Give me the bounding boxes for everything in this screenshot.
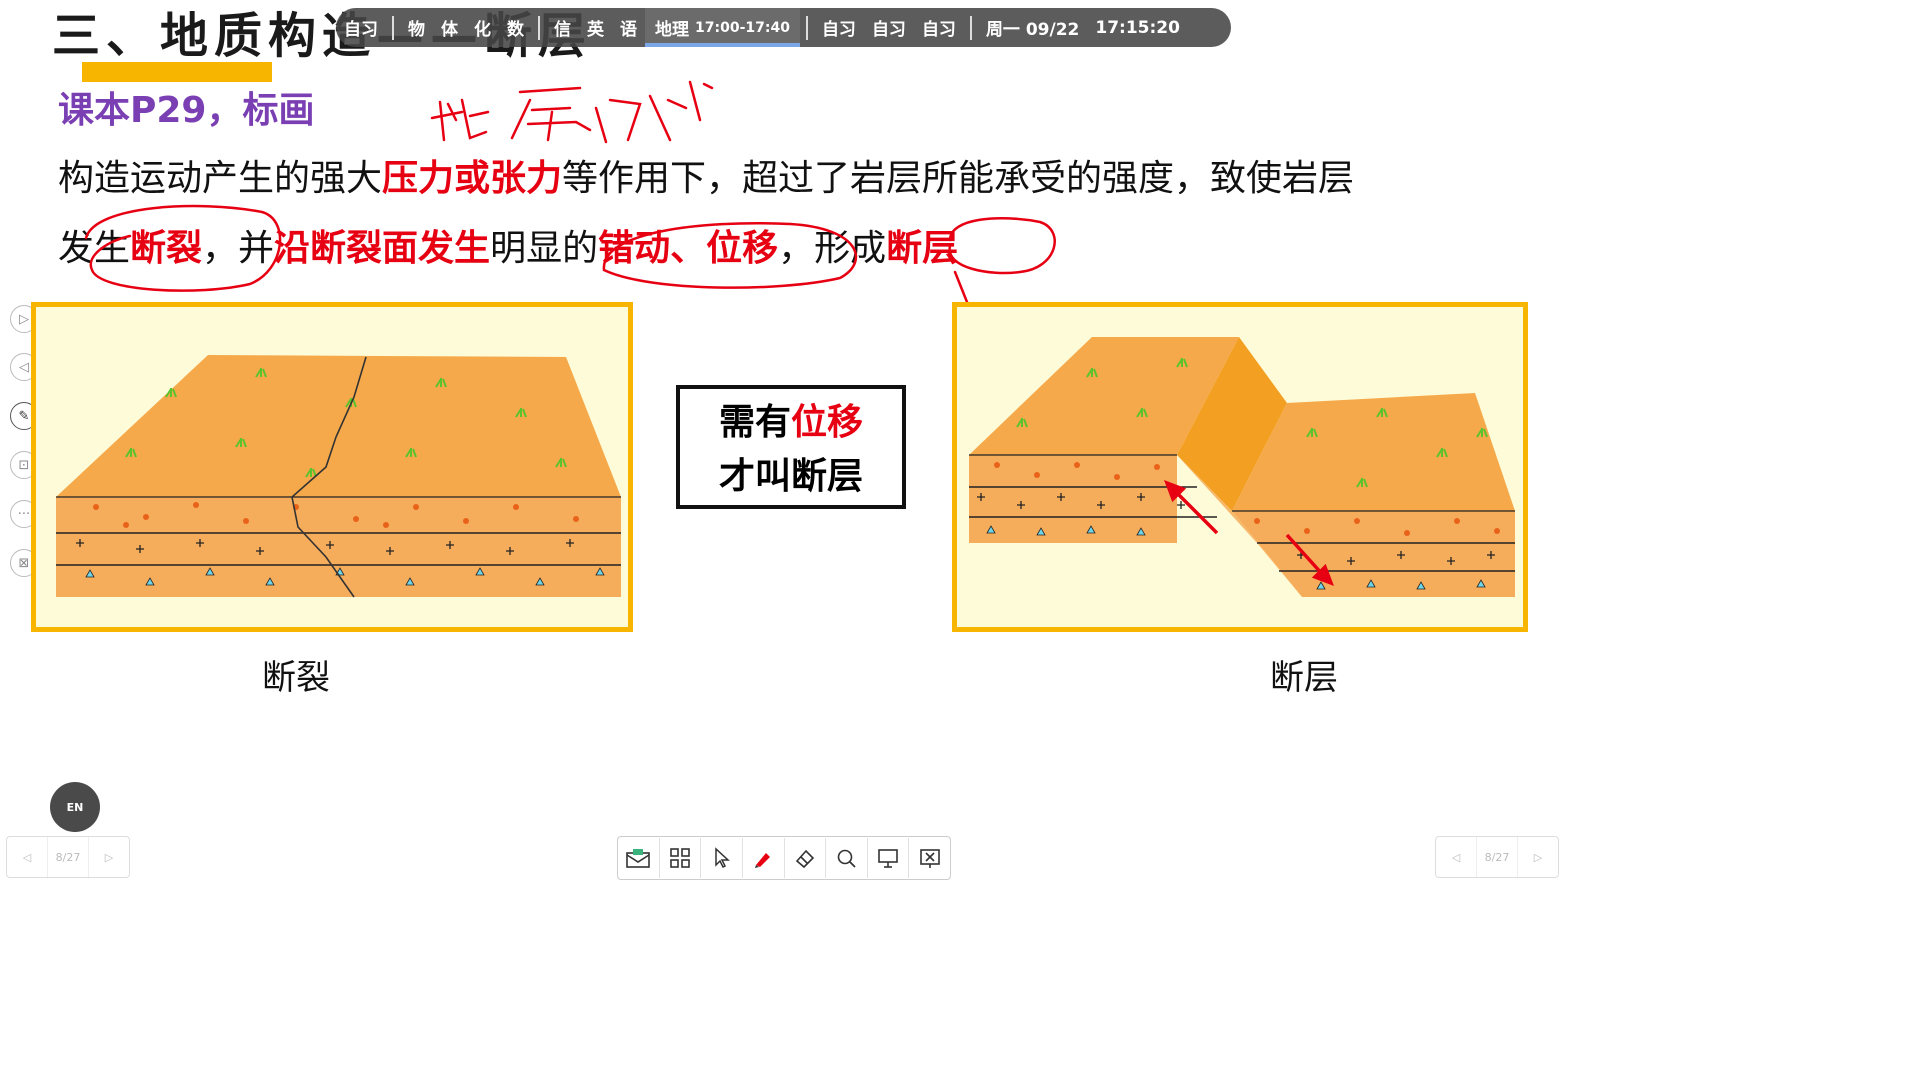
chevron-right-icon: ▷ — [104, 850, 114, 864]
prev-page-button[interactable]: ◁ — [1436, 837, 1477, 877]
page-indicator: 8/27 — [1477, 837, 1518, 877]
en-label: EN — [66, 800, 84, 814]
ink-stroke — [594, 80, 714, 144]
pen-tool-button-bottom[interactable] — [743, 838, 785, 878]
pen-icon — [755, 853, 771, 868]
grid-icon — [670, 848, 690, 868]
ink-stroke — [430, 98, 490, 142]
up-arrow-line — [1173, 489, 1219, 535]
next-page-button[interactable]: ▷ — [1518, 837, 1558, 877]
note-line-1: 需有位移 — [680, 395, 902, 449]
chevron-left-icon: ◁ — [1451, 850, 1461, 864]
pager-right: ◁ 8/27 ▷ — [1435, 836, 1559, 878]
fracture-diagram-panel — [31, 302, 633, 632]
bottom-toolbar — [617, 836, 951, 880]
ink-stroke — [510, 86, 592, 142]
next-page-button[interactable]: ▷ — [89, 837, 129, 877]
search-tool-button[interactable] — [826, 838, 868, 878]
eraser-tool-button[interactable] — [785, 838, 827, 878]
chevron-left-icon: ◁ — [22, 850, 32, 864]
ink-annotations — [84, 80, 1056, 324]
note-line-2: 才叫断层 — [718, 455, 863, 497]
fracture-block-illustration — [56, 355, 621, 598]
exit-icon: ⊠ — [18, 555, 30, 571]
ink-circle — [602, 222, 858, 289]
cursor-arrow-icon — [714, 847, 730, 869]
screenshot-icon: ⊡ — [18, 457, 30, 473]
play-left-icon: ◁ — [19, 359, 29, 375]
fault-caption: 断层 — [1270, 658, 1338, 698]
prev-page-button[interactable]: ◁ — [7, 837, 48, 877]
exit-presentation-button[interactable] — [909, 838, 950, 878]
whiteboard-button[interactable] — [868, 838, 910, 878]
exit-board-icon — [919, 849, 940, 868]
fracture-caption: 断裂 — [262, 658, 330, 698]
material-button[interactable] — [618, 838, 660, 878]
chevron-right-icon: ▷ — [1533, 850, 1543, 864]
text: 需有 — [718, 401, 791, 443]
fault-block-illustration — [969, 337, 1515, 597]
search-icon — [838, 849, 857, 868]
fault-diagram-panel — [952, 302, 1528, 632]
presentation-board-icon — [878, 849, 898, 868]
pen-icon: ✎ — [18, 408, 30, 424]
envelope-icon — [626, 849, 651, 868]
select-tool-button[interactable] — [701, 838, 743, 878]
apps-button[interactable] — [660, 838, 702, 878]
page-indicator: 8/27 — [48, 837, 89, 877]
language-switch-button[interactable]: EN — [50, 782, 100, 832]
play-right-icon: ▷ — [19, 311, 29, 327]
note-box: 需有位移 才叫断层 — [676, 385, 906, 509]
ink-circle — [84, 204, 282, 292]
highlight-text: 位移 — [791, 401, 864, 443]
pager-left: ◁ 8/27 ▷ — [6, 836, 130, 878]
more-icon: ··· — [17, 506, 31, 522]
eraser-icon — [795, 849, 814, 869]
